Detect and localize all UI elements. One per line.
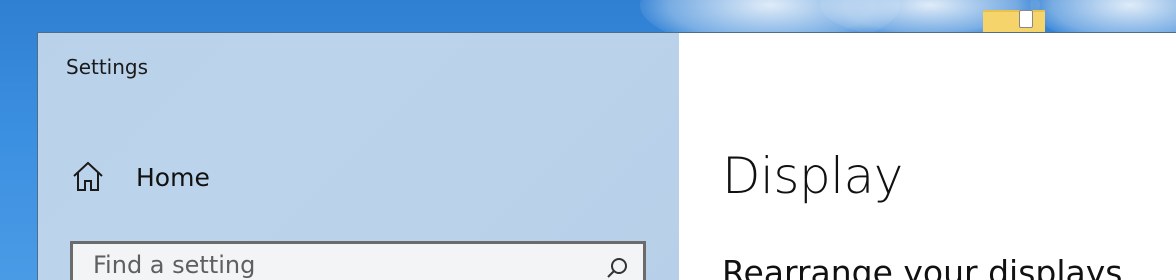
sidebar-item-home[interactable]: Home: [64, 153, 654, 201]
sidebar-item-label: Home: [136, 162, 210, 192]
home-icon: [73, 161, 103, 191]
sidebar: Settings Home: [38, 33, 679, 280]
search-icon[interactable]: [605, 256, 629, 280]
page-title: Display: [722, 147, 903, 205]
section-title: Rearrange your displays: [722, 253, 1123, 280]
folder-clip-icon: [1019, 10, 1033, 28]
app-title: Settings: [66, 55, 149, 79]
search-input[interactable]: [73, 244, 595, 280]
search-box[interactable]: [70, 241, 646, 280]
settings-window: Settings Home Display Rearrange your dis…: [37, 32, 1176, 280]
content-pane: Display Rearrange your displays: [679, 33, 1176, 280]
